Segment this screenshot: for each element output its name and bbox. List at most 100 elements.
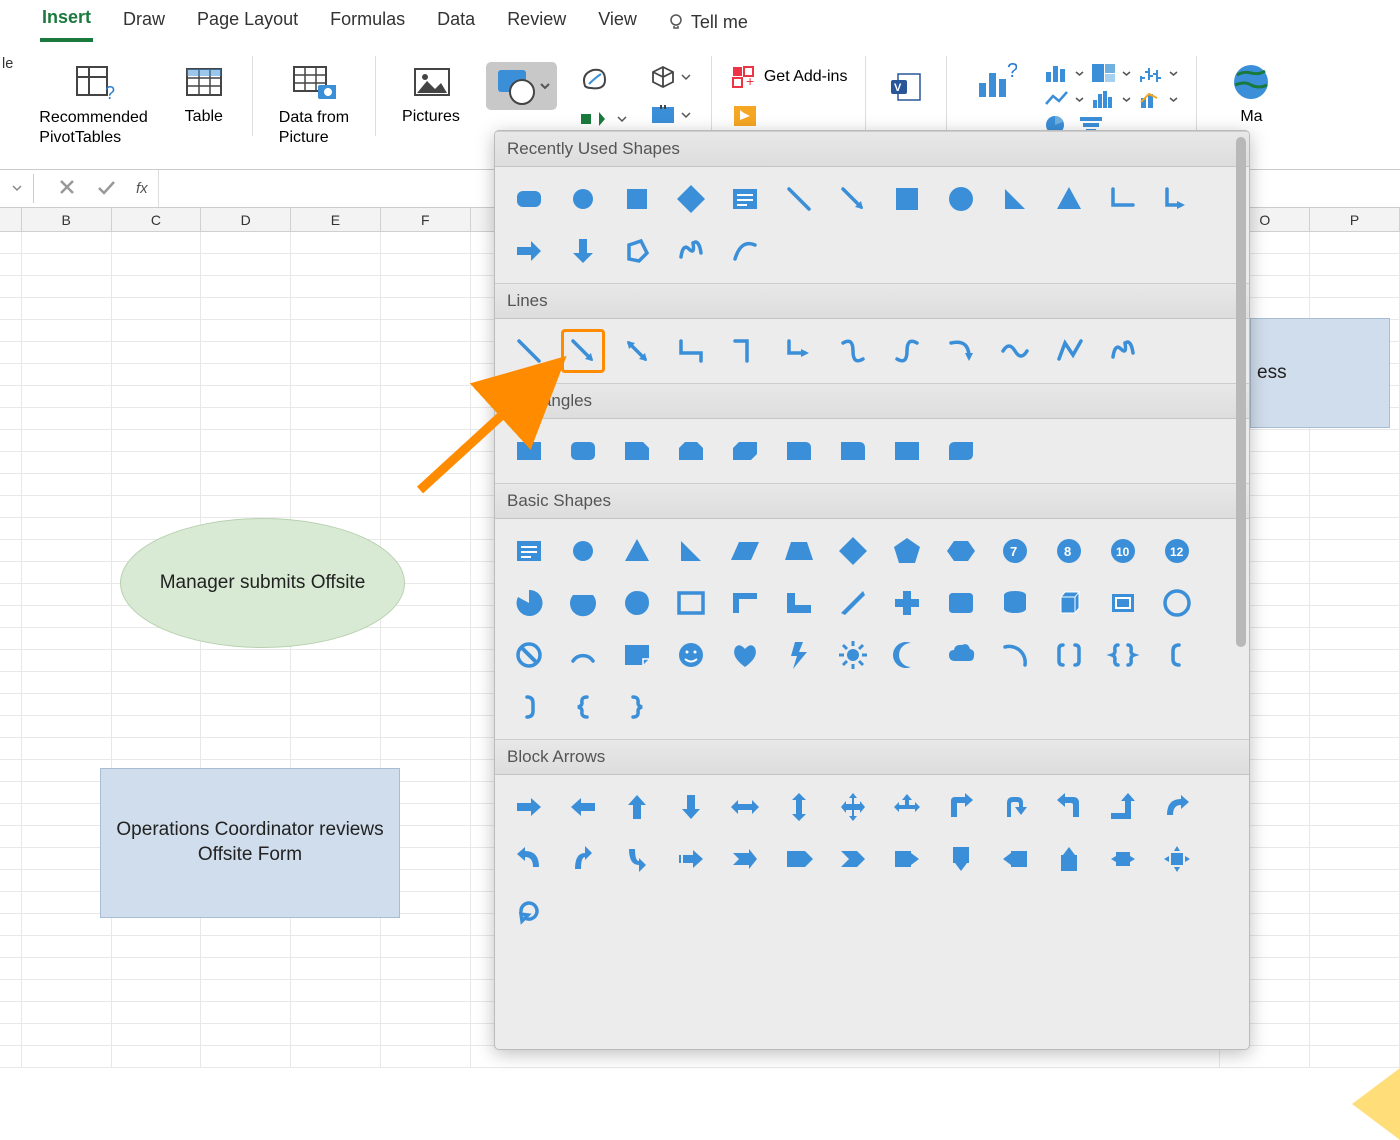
- shape-curve-u[interactable]: [561, 837, 605, 881]
- shape-corner-arrow[interactable]: [1155, 177, 1199, 221]
- shape-chevron[interactable]: [831, 837, 875, 881]
- shape-parallelogram[interactable]: [723, 529, 767, 573]
- cancel-button[interactable]: [48, 178, 86, 200]
- col-header-b[interactable]: B: [22, 208, 112, 231]
- combo-chart-button[interactable]: [1137, 88, 1178, 110]
- shape-pie[interactable]: [507, 581, 551, 625]
- shape-r-arrow[interactable]: [507, 785, 551, 829]
- shape-circle[interactable]: [561, 177, 605, 221]
- shape-snip-diag[interactable]: [723, 429, 767, 473]
- shape-octagon[interactable]: 8: [1047, 529, 1091, 573]
- 3dmodels-button[interactable]: [647, 62, 693, 92]
- shape-freeform-open[interactable]: [1047, 329, 1091, 373]
- shape-curve-r[interactable]: [1155, 785, 1199, 829]
- shape-circular[interactable]: [507, 889, 551, 933]
- shape-curve-conn2[interactable]: [885, 329, 929, 373]
- shape-curve-conn[interactable]: [831, 329, 875, 373]
- line-chart-button[interactable]: [1043, 88, 1084, 110]
- shape-snip-same[interactable]: [669, 429, 713, 473]
- shape-dodecagon[interactable]: 12: [1155, 529, 1199, 573]
- icons-button[interactable]: [575, 62, 629, 96]
- flowchart-rect-right[interactable]: ess: [1250, 318, 1390, 428]
- get-addins-button[interactable]: + Get Add-ins: [730, 64, 848, 90]
- shape-folded-corner[interactable]: [615, 633, 659, 677]
- shape-snip-single[interactable]: [615, 429, 659, 473]
- shape-scribble[interactable]: [669, 229, 713, 273]
- shape-curve-l[interactable]: [507, 837, 551, 881]
- shape-left-brace[interactable]: [561, 685, 605, 729]
- col-header-d[interactable]: D: [201, 208, 291, 231]
- shape-smiley[interactable]: [669, 633, 713, 677]
- shape-hexagon[interactable]: [939, 529, 983, 573]
- shape-round-diag[interactable]: [939, 429, 983, 473]
- shape-heart[interactable]: [723, 633, 767, 677]
- shape-freeform[interactable]: [615, 229, 659, 273]
- col-header-c[interactable]: C: [112, 208, 202, 231]
- shape-ud-arrow[interactable]: [777, 785, 821, 829]
- shape-right-brace[interactable]: [615, 685, 659, 729]
- shape-curve-d[interactable]: [615, 837, 659, 881]
- shape-pentagon-arr[interactable]: [777, 837, 821, 881]
- data-from-picture-button[interactable]: Data from Picture: [271, 56, 357, 152]
- shape-d-callout[interactable]: [939, 837, 983, 881]
- col-header-e[interactable]: E: [291, 208, 381, 231]
- shape-sun[interactable]: [831, 633, 875, 677]
- tell-me[interactable]: Tell me: [667, 12, 748, 33]
- shape-lr-callout[interactable]: [1101, 837, 1145, 881]
- flowchart-rect[interactable]: Operations Coordinator reviews Offsite F…: [100, 768, 400, 918]
- tab-draw[interactable]: Draw: [121, 5, 167, 40]
- shape-filled-square[interactable]: [885, 177, 929, 221]
- shape-filled-circle[interactable]: [939, 177, 983, 221]
- shape-right-tri[interactable]: [669, 529, 713, 573]
- shape-brace-pair[interactable]: [1101, 633, 1145, 677]
- shape-right-bracket[interactable]: [507, 685, 551, 729]
- shape-cloud[interactable]: [939, 633, 983, 677]
- shape-notch-r[interactable]: [723, 837, 767, 881]
- shape-quad-callout[interactable]: [1155, 837, 1199, 881]
- shape-snip-round[interactable]: [777, 429, 821, 473]
- shape-bent-up[interactable]: [1101, 785, 1145, 829]
- shape-bevel[interactable]: [1101, 581, 1145, 625]
- shape-l-callout[interactable]: [993, 837, 1037, 881]
- flowchart-oval[interactable]: Manager submits Offsite: [120, 518, 405, 648]
- shape-elbow1[interactable]: [669, 329, 713, 373]
- tab-insert[interactable]: Insert: [40, 3, 93, 42]
- shape-arrow-line[interactable]: [831, 177, 875, 221]
- shape-u-turn[interactable]: [993, 785, 1037, 829]
- pictures-button[interactable]: Pictures: [394, 56, 468, 130]
- shape-text-box[interactable]: [507, 529, 551, 573]
- enter-button[interactable]: [86, 178, 126, 200]
- tab-review[interactable]: Review: [505, 5, 568, 40]
- scrollbar-thumb[interactable]: [1236, 137, 1246, 647]
- shape-triangle[interactable]: [615, 529, 659, 573]
- shape-circle[interactable]: [561, 529, 605, 573]
- shape-curve[interactable]: [723, 229, 767, 273]
- shape-frame[interactable]: [669, 581, 713, 625]
- shape-d-arrow[interactable]: [669, 785, 713, 829]
- shape-stripe-r[interactable]: [669, 837, 713, 881]
- col-header-p[interactable]: P: [1310, 208, 1400, 231]
- shape-curve-arrow[interactable]: [939, 329, 983, 373]
- shape-quad-arrow[interactable]: [831, 785, 875, 829]
- shape-elbow-arrow[interactable]: [777, 329, 821, 373]
- column-chart-button[interactable]: [1043, 62, 1084, 84]
- shape-plaque[interactable]: [939, 581, 983, 625]
- treemap-button[interactable]: [1090, 62, 1131, 84]
- maps-button[interactable]: Ma: [1221, 56, 1281, 130]
- shape-down-arrow[interactable]: [561, 229, 605, 273]
- shape-lr-arrow[interactable]: [723, 785, 767, 829]
- shape-bent-r[interactable]: [939, 785, 983, 829]
- shape-moon[interactable]: [885, 633, 929, 677]
- fx-button[interactable]: fx: [126, 180, 158, 197]
- shape-r-callout[interactable]: [885, 837, 929, 881]
- shape-diamond[interactable]: [669, 177, 713, 221]
- visio-button[interactable]: V: [884, 64, 928, 113]
- shape-arc[interactable]: [561, 633, 605, 677]
- shape-right-arrow[interactable]: [507, 229, 551, 273]
- col-header[interactable]: [0, 208, 22, 231]
- shape-lr-up[interactable]: [885, 785, 929, 829]
- col-header-f[interactable]: F: [381, 208, 471, 231]
- shape-rounded-rect[interactable]: [507, 177, 551, 221]
- shape-decagon[interactable]: 10: [1101, 529, 1145, 573]
- shape-elbow[interactable]: [1101, 177, 1145, 221]
